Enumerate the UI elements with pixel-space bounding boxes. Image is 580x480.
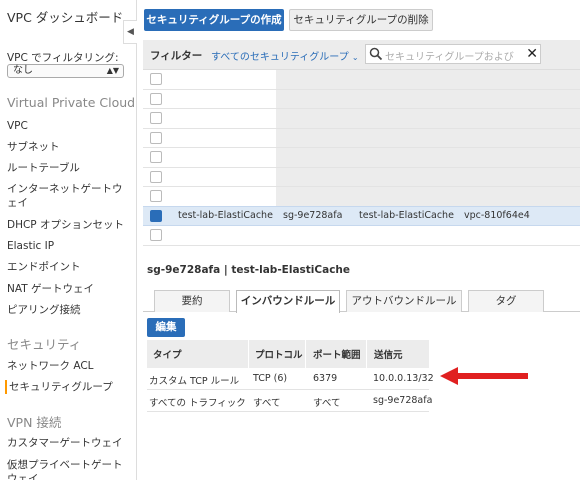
sidebar-item-nat-gateways[interactable]: NAT ゲートウェイ (7, 282, 132, 296)
table-row[interactable] (143, 168, 580, 187)
search-placeholder: セキュリティグループおよび (385, 52, 514, 63)
sidebar-item-endpoints[interactable]: エンドポイント (7, 260, 132, 274)
row-checkbox[interactable] (150, 151, 162, 163)
table-row[interactable] (143, 226, 580, 246)
cell-protocol: TCP (6) (253, 373, 288, 384)
table-row[interactable] (143, 90, 580, 109)
header-port-range: ポート範囲 (313, 350, 361, 361)
sidebar-item-elastic-ip[interactable]: Elastic IP (7, 239, 132, 253)
vpc-filter-label: VPC でフィルタリング: (7, 52, 119, 64)
table-header: タイプ プロトコル ポート範囲 送信元 (147, 340, 429, 368)
header-type: タイプ (153, 350, 182, 361)
tab-inbound-rules[interactable]: インバウンドルール (236, 290, 340, 313)
filter-dropdown[interactable]: すべてのセキュリティグループ ⌄ (211, 48, 359, 63)
cell-source: sg-9e728afa (373, 395, 433, 406)
sidebar-item-network-acl[interactable]: ネットワーク ACL (7, 359, 132, 373)
vpc-console: VPC ダッシュボード VPC でフィルタリング: なし ▲▼ Virtual … (0, 0, 580, 480)
cell-port-range: すべて (313, 398, 341, 409)
search-icon (369, 47, 383, 61)
cell-type: すべての トラフィック (149, 398, 246, 409)
annotation-arrow-icon (440, 367, 528, 385)
chevron-down-icon: ⌄ (351, 53, 359, 62)
search-field[interactable]: セキュリティグループおよび ✕ (365, 44, 541, 64)
create-security-group-button[interactable]: セキュリティグループの作成 (144, 9, 284, 31)
filter-bar: フィルター すべてのセキュリティグループ ⌄ セキュリティグループおよび ✕ (143, 40, 580, 70)
cell-name: test-lab-ElastiCache (178, 210, 273, 221)
collapse-sidebar-icon[interactable]: ◀ (123, 20, 137, 44)
cell-vpc-id: vpc-810f64e4 (464, 210, 530, 221)
delete-security-group-button[interactable]: セキュリティグループの削除 (289, 9, 433, 31)
cell-group-name: test-lab-ElastiCache (359, 210, 454, 221)
filter-dropdown-label: すべてのセキュリティグループ (211, 52, 349, 63)
edit-button[interactable]: 編集 (147, 318, 185, 337)
sidebar-item-route-tables[interactable]: ルートテーブル (7, 161, 132, 175)
column-divider (248, 340, 249, 368)
table-row-selected[interactable]: test-lab-ElastiCache sg-9e728afa test-la… (143, 206, 580, 226)
row-checkbox[interactable] (150, 92, 162, 105)
column-divider (305, 340, 306, 368)
table-row[interactable] (143, 109, 580, 129)
header-protocol: プロトコル (255, 350, 303, 361)
row-checkbox-checked[interactable] (150, 210, 162, 222)
row-checkbox[interactable] (150, 73, 162, 85)
cell-protocol: すべて (253, 398, 281, 409)
sidebar-item-security-groups[interactable]: セキュリティグループ (5, 380, 130, 394)
row-checkbox[interactable] (150, 229, 162, 241)
sidebar-item-dhcp-options[interactable]: DHCP オプションセット (7, 218, 132, 232)
close-icon[interactable]: ✕ (526, 45, 538, 63)
security-group-grid: test-lab-ElastiCache sg-9e728afa test-la… (143, 70, 580, 246)
sidebar-item-internet-gateways[interactable]: インターネットゲートウェイ (7, 182, 132, 210)
sidebar-item-peering[interactable]: ピアリング接続 (7, 303, 132, 317)
sidebar-item-virtual-private-gateways[interactable]: 仮想プライベートゲートウェイ (7, 458, 132, 480)
sidebar-title[interactable]: VPC ダッシュボード (7, 10, 132, 26)
details-title: sg-9e728afa | test-lab-ElastiCache (147, 264, 351, 276)
vpc-filter-select[interactable]: なし ▲▼ (7, 64, 124, 78)
header-source: 送信元 (374, 350, 403, 361)
column-divider (366, 340, 367, 368)
table-row[interactable] (143, 148, 580, 168)
cell-source: 10.0.0.13/32 (373, 373, 434, 384)
row-checkbox[interactable] (150, 131, 162, 144)
sidebar-item-subnets[interactable]: サブネット (7, 140, 132, 154)
row-checkbox[interactable] (150, 170, 162, 183)
section-vpn: VPN 接続 (7, 415, 62, 430)
filter-label: フィルター (150, 50, 203, 62)
section-security: セキュリティ (7, 337, 82, 352)
table-row: カスタム TCP ルール TCP (6) 6379 10.0.0.13/32 (147, 368, 434, 390)
cell-group-id: sg-9e728afa (283, 210, 343, 221)
table-row[interactable] (143, 187, 580, 207)
sidebar: VPC ダッシュボード VPC でフィルタリング: なし ▲▼ Virtual … (0, 0, 137, 480)
select-arrows-icon: ▲▼ (106, 66, 119, 75)
cell-type: カスタム TCP ルール (149, 376, 240, 387)
cell-port-range: 6379 (313, 373, 338, 384)
tab-summary[interactable]: 要約 (154, 290, 230, 312)
vpc-filter-value: なし (13, 65, 33, 76)
section-vpc: Virtual Private Cloud (7, 95, 136, 110)
table-row[interactable] (143, 70, 580, 90)
tab-outbound-rules[interactable]: アウトバウンドルール (346, 290, 462, 312)
row-checkbox[interactable] (150, 190, 162, 202)
table-row: すべての トラフィック すべて すべて sg-9e728afa (147, 390, 433, 412)
table-row[interactable] (143, 129, 580, 148)
tab-tags[interactable]: タグ (468, 290, 544, 312)
sidebar-item-customer-gateways[interactable]: カスタマーゲートウェイ (7, 436, 132, 450)
row-checkbox[interactable] (150, 112, 162, 124)
sidebar-item-vpc[interactable]: VPC (7, 119, 132, 133)
